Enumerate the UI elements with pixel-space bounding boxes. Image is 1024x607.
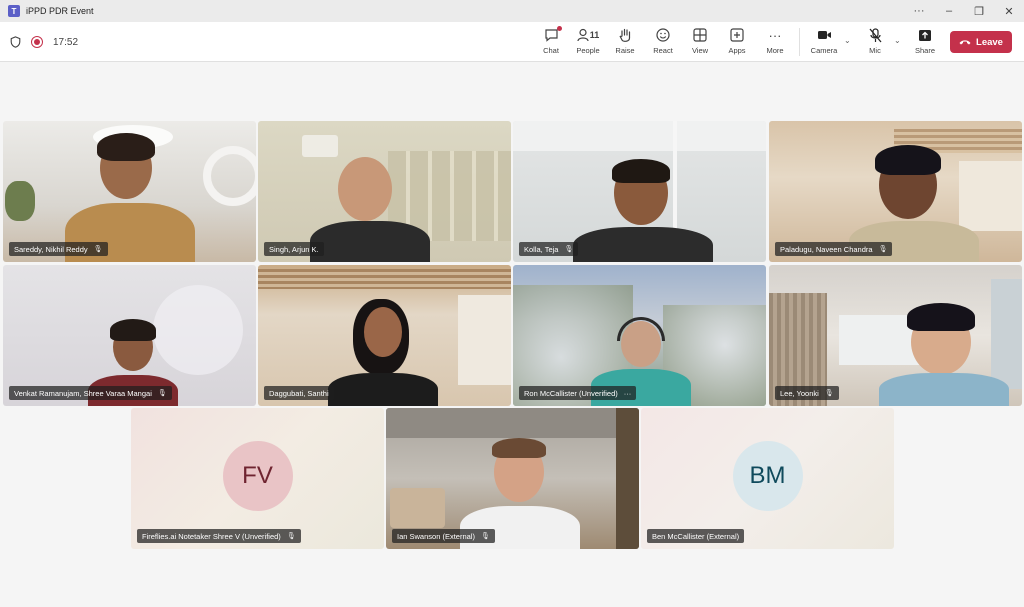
participant-name-tag: Kolla, Teja 🎙 [519,242,579,256]
apps-icon [730,26,744,44]
apps-label: Apps [728,46,746,55]
apps-button[interactable]: Apps [720,26,754,58]
participant-name: Ron McCallister (Unverified) [524,388,618,398]
people-icon: 11 [577,26,600,44]
close-window-button[interactable]: ✕ [994,0,1024,22]
mic-off-icon: 🎙 [480,533,490,540]
raise-hand-button[interactable]: Raise [608,26,642,58]
leave-button[interactable]: Leave [950,31,1012,53]
chat-label: Chat [543,46,559,55]
participant-name-tag: Ian Swanson (External) 🎙 [392,529,495,543]
more-icon: ··· [768,27,782,43]
participant-name: Singh, Arjun K. [269,244,319,254]
video-tile[interactable]: Kolla, Teja 🎙 [513,121,766,262]
participant-name-tag: Daggubati, Santhi [264,386,334,400]
people-button[interactable]: 11 People [571,26,605,58]
mic-off-icon: 🎙 [286,533,296,540]
participant-name-tag: Lee, Yoonki 🎙 [775,386,839,400]
share-label: Share [914,46,935,55]
mic-off-icon: 🎙 [564,246,574,253]
video-tile[interactable]: Singh, Arjun K. [258,121,511,262]
participant-name: Ian Swanson (External) [397,531,475,541]
more-button[interactable]: ··· More [758,26,792,58]
video-tile[interactable]: Paladugu, Naveen Chandra 🎙 [769,121,1022,262]
meeting-toolbar: 17:52 Chat 11 People Raise React View Ap… [0,22,1024,62]
video-tile[interactable]: Daggubati, Santhi [258,265,511,406]
mic-options-chevron-icon[interactable]: ⌄ [894,36,901,45]
window-title: iPPD PDR Event [26,6,94,16]
view-label: View [691,46,709,55]
avatar: FV [222,440,293,511]
video-tile[interactable]: FV Fireflies.ai Notetaker Shree V (Unver… [131,408,384,549]
shield-icon[interactable] [10,36,21,48]
react-icon [656,26,670,44]
participant-more-icon[interactable]: ··· [624,389,632,398]
view-icon [693,26,707,44]
meeting-timer: 17:52 [53,36,79,48]
camera-options-chevron-icon[interactable]: ⌄ [844,36,851,45]
teams-logo-icon: T [8,5,20,17]
participant-name: Venkat Ramanujam, Shree Varaa Mangai [14,388,152,398]
camera-button[interactable]: Camera [807,26,841,58]
mic-off-icon: 🎙 [157,390,167,397]
mic-label: Mic [869,46,881,55]
avatar: BM [732,440,803,511]
participant-video [364,307,402,357]
video-tile[interactable]: BM Ben McCallister (External) [641,408,894,549]
participant-name-tag: Singh, Arjun K. [264,242,324,256]
mic-off-icon [869,26,882,44]
phone-hangup-icon [959,40,971,45]
participant-name-tag: Venkat Ramanujam, Shree Varaa Mangai 🎙 [9,386,172,400]
recording-icon[interactable] [31,36,43,48]
video-tile[interactable]: Sareddy, Nikhil Reddy 🎙 [3,121,256,262]
leave-label: Leave [976,36,1003,48]
camera-icon [817,26,832,44]
more-label: More [766,46,784,55]
participant-name-tag: Sareddy, Nikhil Reddy 🎙 [9,242,108,256]
participant-name-tag: Fireflies.ai Notetaker Shree V (Unverifi… [137,529,301,543]
participant-name: Ben McCallister (External) [652,531,740,541]
video-tile[interactable]: Ian Swanson (External) 🎙 [386,408,639,549]
window-more-button[interactable]: ··· [904,0,934,22]
raise-hand-icon [618,26,632,44]
people-label: People [576,46,600,55]
mic-button[interactable]: Mic [858,26,892,58]
window-controls: ··· – ❐ ✕ [904,0,1024,22]
participant-name: Paladugu, Naveen Chandra [780,244,873,254]
video-tile[interactable]: Venkat Ramanujam, Shree Varaa Mangai 🎙 [3,265,256,406]
mic-off-icon: 🎙 [878,246,888,253]
mic-off-icon: 🎙 [93,246,103,253]
video-tile[interactable]: Lee, Yoonki 🎙 [769,265,1022,406]
chat-unread-badge [556,26,562,31]
share-icon [918,26,932,44]
chat-button[interactable]: Chat [534,26,568,58]
video-tile[interactable]: Ron McCallister (Unverified) ··· [513,265,766,406]
camera-label: Camera [810,46,838,55]
participant-name: Daggubati, Santhi [269,388,329,398]
participant-name: Sareddy, Nikhil Reddy [14,244,88,254]
react-button[interactable]: React [646,26,680,58]
people-count: 11 [589,30,600,40]
mic-off-icon: 🎙 [824,390,834,397]
chat-icon [544,26,562,44]
participant-video [338,157,392,221]
participant-name: Kolla, Teja [524,244,559,254]
restore-button[interactable]: ❐ [964,0,994,22]
participant-name-tag: Ben McCallister (External) [647,529,745,543]
participant-name: Lee, Yoonki [780,388,819,398]
share-button[interactable]: Share [908,26,942,58]
raise-label: Raise [615,46,635,55]
participant-name-tag: Ron McCallister (Unverified) ··· [519,386,637,400]
participant-name: Fireflies.ai Notetaker Shree V (Unverifi… [142,531,281,541]
participant-name-tag: Paladugu, Naveen Chandra 🎙 [775,242,893,256]
meeting-info: 17:52 [10,22,78,62]
view-button[interactable]: View [683,26,717,58]
title-bar: T iPPD PDR Event ··· – ❐ ✕ [0,0,1024,22]
minimize-button[interactable]: – [934,0,964,22]
toolbar-divider [799,28,800,56]
react-label: React [653,46,673,55]
